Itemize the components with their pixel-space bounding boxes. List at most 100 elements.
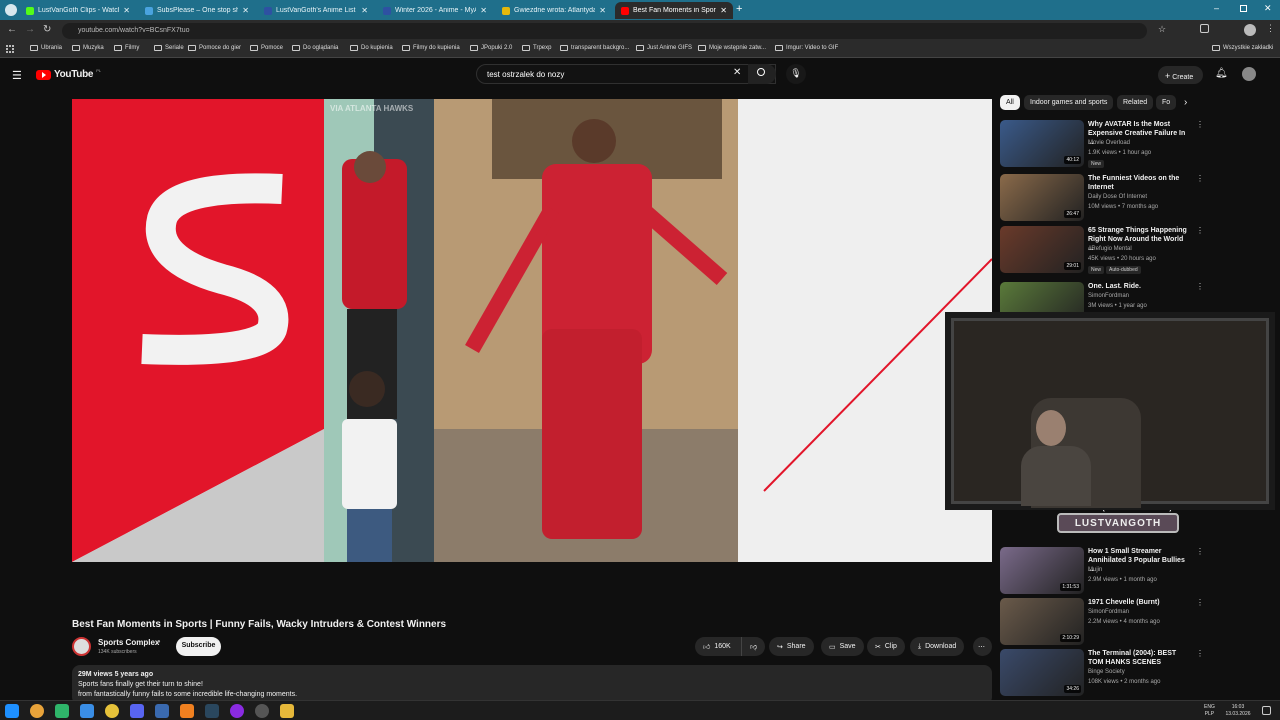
bookmark-item[interactable]: Just Anime GIFS xyxy=(636,45,692,51)
description-box[interactable]: 29M views 5 years ago Sports fans finall… xyxy=(72,665,992,705)
monitor-app-icon[interactable] xyxy=(155,704,169,718)
recommendation-item[interactable]: 34:26 The Terminal (2004): BEST TOM HANKS… xyxy=(1000,649,1204,699)
more-actions-button[interactable]: ⋯ xyxy=(973,637,992,656)
create-button[interactable]: + Create xyxy=(1158,66,1203,84)
video-player[interactable]: VIA ATLANTA HAWKS xyxy=(72,99,992,562)
recommendation-channel[interactable]: Daily Dose Of Internet xyxy=(1088,194,1147,200)
minimize-button[interactable]: – xyxy=(1214,3,1219,13)
browser-tab[interactable]: Winter 2026 - Anime - MyAnim ✕ xyxy=(377,2,493,19)
youtube-logo[interactable]: YouTube PL xyxy=(36,68,101,80)
browser-tab[interactable]: SubsPlease – One stop shop fo✕ xyxy=(139,2,255,19)
recommendation-title[interactable]: The Funniest Videos on the Internet xyxy=(1088,174,1188,192)
recommendation-channel[interactable]: Mujin xyxy=(1088,567,1102,573)
more-vertical-icon[interactable]: ⋮ xyxy=(1196,174,1204,183)
apps-grid-icon[interactable] xyxy=(6,45,14,53)
search-input[interactable]: test ostrzalek do nozy xyxy=(476,64,776,84)
file-explorer-icon[interactable] xyxy=(280,704,294,718)
tab-search-button[interactable] xyxy=(5,4,17,16)
channel-name[interactable]: Sports Complex xyxy=(98,638,159,647)
bookmark-item[interactable]: Trpexp xyxy=(522,45,551,51)
download-button[interactable]: ⤓ Download xyxy=(910,637,965,656)
recommendation-item[interactable]: 26:47 The Funniest Videos on the Internet… xyxy=(1000,174,1204,224)
obs-icon[interactable] xyxy=(255,704,269,718)
clip-button[interactable]: ✂ Clip xyxy=(867,637,905,656)
bookmark-item[interactable]: Seriale xyxy=(154,45,184,51)
filter-chip[interactable]: Indoor games and sports xyxy=(1024,95,1114,110)
chips-next-chevron-icon[interactable]: › xyxy=(1184,97,1187,108)
more-vertical-icon[interactable]: ⋮ xyxy=(1196,598,1204,607)
close-window-button[interactable]: ✕ xyxy=(1264,3,1272,14)
extensions-icon[interactable] xyxy=(1200,24,1209,33)
recommendation-title[interactable]: One. Last. Ride. xyxy=(1088,282,1188,291)
steam-icon[interactable] xyxy=(205,704,219,718)
video-thumbnail[interactable]: 2:10:29 xyxy=(1000,598,1084,645)
bookmark-star-icon[interactable]: ☆ xyxy=(1158,24,1166,35)
recommendation-item[interactable]: 2:10:29 1971 Chevelle (Burnt) SimonFordman… xyxy=(1000,598,1204,648)
notifications-icon[interactable] xyxy=(1262,706,1271,715)
more-vertical-icon[interactable]: ⋮ xyxy=(1196,226,1204,235)
hamburger-menu-icon[interactable]: ☰ xyxy=(12,69,22,82)
browser-tab[interactable]: LustVanGoth Clips - Watch Live ✕ xyxy=(20,2,136,19)
browser-tab[interactable]: Best Fan Moments in Sports ✕ xyxy=(615,2,733,19)
recommendation-channel[interactable]: SimonFordman xyxy=(1088,293,1129,299)
filter-chip[interactable]: Fo xyxy=(1156,95,1177,110)
voice-search-mic-icon[interactable]: 🎙︎ xyxy=(786,64,806,84)
share-button[interactable]: ↪ Share xyxy=(769,637,814,656)
bookmark-item[interactable]: JPopuki 2.0 xyxy=(470,45,512,51)
bookmark-item[interactable]: Imgur: Video to GIF xyxy=(775,45,838,51)
recommendation-item[interactable]: 40:12 Why AVATAR Is the Most Expensive Cr… xyxy=(1000,120,1204,170)
browser-menu-icon[interactable]: ⋮ xyxy=(1266,23,1275,34)
close-tab-icon[interactable]: ✕ xyxy=(361,6,368,15)
back-icon[interactable]: ← xyxy=(7,24,17,35)
recommendation-channel[interactable]: #Refugio Mental xyxy=(1088,246,1132,252)
language-indicator[interactable]: ENG PLP xyxy=(1204,704,1215,718)
close-tab-icon[interactable]: ✕ xyxy=(242,6,249,15)
bookmark-item[interactable]: Ubrania xyxy=(30,45,62,51)
video-thumbnail[interactable]: 26:47 xyxy=(1000,174,1084,221)
bookmark-item[interactable]: Muzyka xyxy=(72,45,104,51)
maximize-button[interactable] xyxy=(1240,5,1247,12)
all-bookmarks-folder[interactable]: Wszystkie zakładki xyxy=(1212,45,1273,51)
recommendation-channel[interactable]: Binge Society xyxy=(1088,669,1125,675)
forward-icon[interactable]: → xyxy=(25,24,35,35)
bookmark-item[interactable]: Filmy xyxy=(114,45,139,51)
dislike-button[interactable]: 👎︎ xyxy=(741,637,765,656)
windows-start-icon[interactable] xyxy=(5,704,19,718)
recommendation-channel[interactable]: Movie Overload xyxy=(1088,140,1130,146)
clock[interactable]: 16:03 13.03.2026 xyxy=(1222,704,1254,718)
vlc-icon[interactable] xyxy=(180,704,194,718)
filter-chip[interactable]: Related xyxy=(1117,95,1154,110)
bookmark-item[interactable]: Pomoce xyxy=(250,45,283,51)
recommendation-title[interactable]: How 1 Small Streamer Annihilated 3 Popul… xyxy=(1088,547,1188,574)
profile-avatar[interactable] xyxy=(1244,24,1256,36)
save-button[interactable]: ▭ Save xyxy=(821,637,864,656)
green-app-icon[interactable] xyxy=(55,704,69,718)
recommendation-item[interactable]: 29:01 65 Strange Things Happening Right N… xyxy=(1000,226,1204,276)
address-bar[interactable]: youtube.com/watch?v=BCsnFX7tuo xyxy=(62,23,1147,39)
close-tab-icon[interactable]: ✕ xyxy=(720,6,727,15)
notifications-bell-icon[interactable]: 🔔︎ xyxy=(1215,68,1228,79)
more-vertical-icon[interactable]: ⋮ xyxy=(1196,282,1204,291)
recommendation-title[interactable]: The Terminal (2004): BEST TOM HANKS SCEN… xyxy=(1088,649,1188,667)
chrome-icon[interactable] xyxy=(30,704,44,718)
video-thumbnail[interactable]: 34:26 xyxy=(1000,649,1084,696)
bookmark-item[interactable]: Pomoce do gier xyxy=(188,45,241,51)
purple-app-icon[interactable] xyxy=(230,704,244,718)
new-tab-button[interactable]: + xyxy=(736,3,742,15)
filter-chip[interactable]: All xyxy=(1000,95,1020,110)
like-button[interactable]: 👍︎ 160K xyxy=(695,637,741,656)
video-thumbnail[interactable]: 1:31:53 xyxy=(1000,547,1084,594)
reload-icon[interactable]: ↻ xyxy=(43,24,51,35)
blue-app-icon[interactable] xyxy=(80,704,94,718)
search-button[interactable] xyxy=(748,64,776,84)
bookmark-item[interactable]: Filmy do kupienia xyxy=(402,45,460,51)
yellow-app-icon[interactable] xyxy=(105,704,119,718)
account-avatar[interactable] xyxy=(1242,67,1256,81)
channel-avatar[interactable] xyxy=(72,637,91,656)
browser-tab[interactable]: Gwiezdne wrota: Atlantyda / Sta✕ xyxy=(496,2,612,19)
bookmark-item[interactable]: transparent backgro... xyxy=(560,45,629,51)
close-tab-icon[interactable]: ✕ xyxy=(480,6,487,15)
close-tab-icon[interactable]: ✕ xyxy=(123,6,130,15)
clear-search-icon[interactable]: ✕ xyxy=(733,67,741,78)
more-vertical-icon[interactable]: ⋮ xyxy=(1196,120,1204,129)
